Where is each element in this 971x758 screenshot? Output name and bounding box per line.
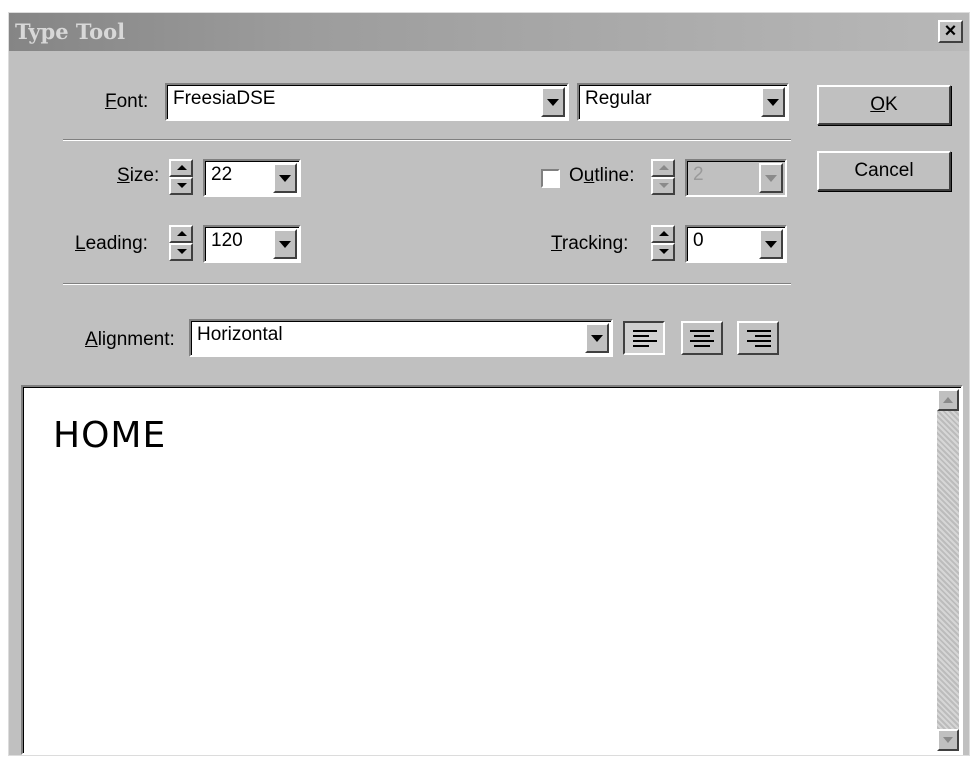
leading-increment-icon[interactable] <box>169 225 193 243</box>
align-left-icon[interactable] <box>623 321 665 355</box>
font-style-dropdown[interactable]: Regular <box>577 83 789 121</box>
scroll-down-icon[interactable] <box>937 729 959 751</box>
size-dropdown[interactable]: 22 <box>203 159 301 197</box>
size-dropdown-arrow-icon[interactable] <box>273 163 297 193</box>
outline-spinner[interactable] <box>651 159 675 195</box>
tracking-value: 0 <box>693 230 704 251</box>
align-center-icon[interactable] <box>681 321 723 355</box>
tracking-spinner[interactable] <box>651 225 675 261</box>
align-right-icon[interactable] <box>737 321 779 355</box>
text-input-area[interactable]: HOME <box>21 385 963 755</box>
outline-increment-icon[interactable] <box>651 159 675 177</box>
font-label: Font: <box>105 91 149 112</box>
alignment-dropdown-arrow-icon[interactable] <box>585 323 609 353</box>
font-family-value: FreesiaDSE <box>173 88 276 109</box>
outline-checkbox[interactable] <box>541 169 560 188</box>
font-family-dropdown[interactable]: FreesiaDSE <box>165 83 569 121</box>
close-icon: × <box>944 20 957 42</box>
type-tool-dialog: Type Tool × Font: FreesiaDSE Regular Siz… <box>8 12 970 756</box>
outline-label: Outline: <box>569 165 635 186</box>
outline-decrement-icon[interactable] <box>651 177 675 195</box>
tracking-label: Tracking: <box>551 233 629 254</box>
tracking-dropdown-arrow-icon[interactable] <box>759 229 783 259</box>
title-bar[interactable]: Type Tool × <box>9 13 969 51</box>
outline-dropdown[interactable]: 2 <box>685 159 787 197</box>
leading-dropdown-arrow-icon[interactable] <box>273 229 297 259</box>
outline-value: 2 <box>693 164 704 185</box>
tracking-increment-icon[interactable] <box>651 225 675 243</box>
size-spinner[interactable] <box>169 159 193 195</box>
cancel-button[interactable]: Cancel <box>817 151 951 191</box>
leading-dropdown[interactable]: 120 <box>203 225 301 263</box>
tracking-dropdown[interactable]: 0 <box>685 225 787 263</box>
font-style-value: Regular <box>585 88 652 109</box>
font-family-dropdown-arrow-icon[interactable] <box>541 87 565 117</box>
alignment-label: Alignment: <box>85 329 175 350</box>
window-title: Type Tool <box>15 19 126 44</box>
text-content: HOME <box>53 415 167 456</box>
alignment-dropdown[interactable]: Horizontal <box>189 319 613 357</box>
size-label: Size: <box>117 165 160 186</box>
separator-middle <box>63 283 791 285</box>
tracking-decrement-icon[interactable] <box>651 243 675 261</box>
outline-dropdown-arrow-icon[interactable] <box>759 163 783 193</box>
separator-top <box>63 139 791 141</box>
size-decrement-icon[interactable] <box>169 177 193 195</box>
scroll-up-icon[interactable] <box>937 389 959 411</box>
vertical-scrollbar[interactable] <box>937 389 959 751</box>
leading-decrement-icon[interactable] <box>169 243 193 261</box>
size-value: 22 <box>211 164 233 185</box>
alignment-value: Horizontal <box>197 324 283 345</box>
close-button[interactable]: × <box>938 20 963 43</box>
leading-value: 120 <box>211 230 243 251</box>
leading-label: Leading: <box>75 233 148 254</box>
ok-button[interactable]: OK <box>817 85 951 125</box>
size-increment-icon[interactable] <box>169 159 193 177</box>
leading-spinner[interactable] <box>169 225 193 261</box>
font-style-dropdown-arrow-icon[interactable] <box>761 87 785 117</box>
